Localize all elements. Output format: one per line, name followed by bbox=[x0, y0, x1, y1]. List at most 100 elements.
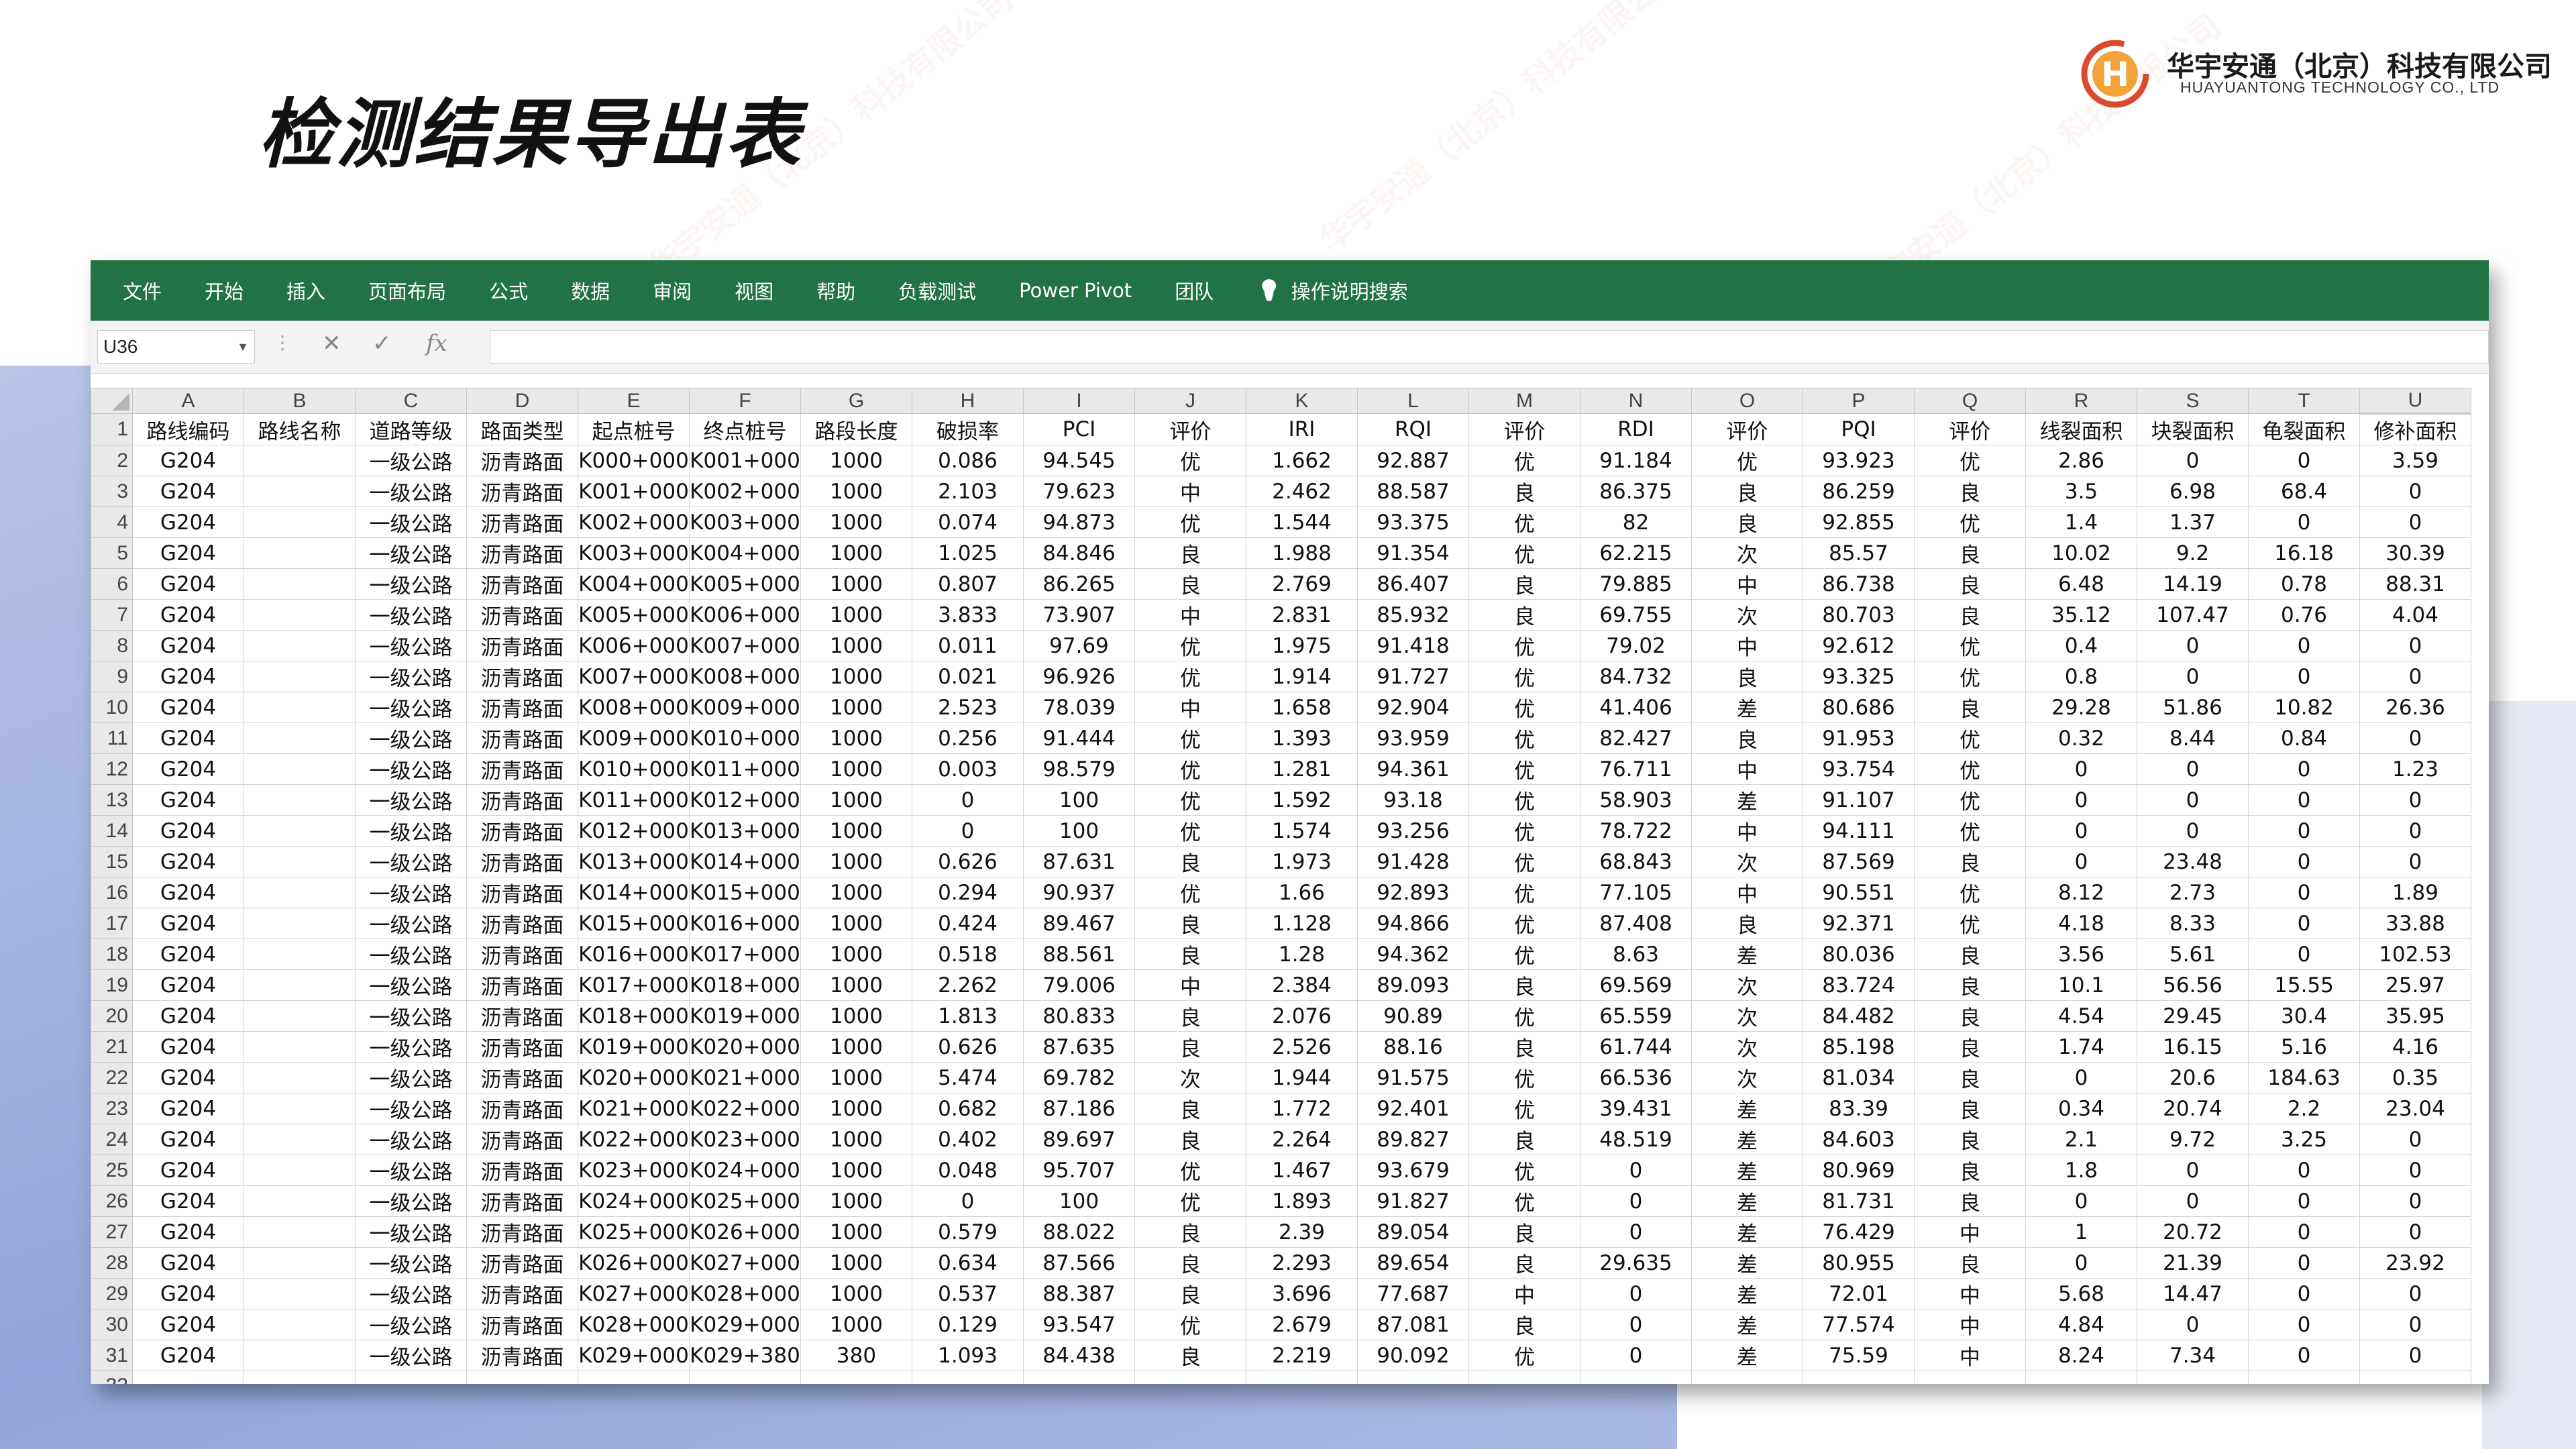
data-cell[interactable]: 优 bbox=[1468, 938, 1580, 970]
data-cell[interactable]: K028+000 bbox=[578, 1309, 690, 1340]
chevron-down-icon[interactable]: ▼ bbox=[237, 331, 249, 363]
data-cell[interactable]: K002+000 bbox=[689, 476, 801, 507]
data-cell[interactable]: 6.98 bbox=[2137, 476, 2249, 507]
data-cell[interactable] bbox=[1580, 1371, 1692, 1384]
data-cell[interactable]: 78.722 bbox=[1580, 815, 1692, 847]
data-cell[interactable]: 2.39 bbox=[1246, 1216, 1358, 1248]
data-cell[interactable]: 0 bbox=[1580, 1278, 1692, 1309]
data-cell[interactable]: 91.428 bbox=[1357, 846, 1469, 877]
header-cell[interactable]: RQI bbox=[1357, 413, 1469, 445]
data-cell[interactable]: 1000 bbox=[800, 722, 912, 754]
data-cell[interactable]: 优 bbox=[1468, 506, 1580, 538]
data-cell[interactable]: 88.387 bbox=[1023, 1278, 1135, 1309]
data-cell[interactable]: 1000 bbox=[800, 784, 912, 816]
data-cell[interactable] bbox=[244, 908, 356, 939]
data-cell[interactable] bbox=[132, 1371, 244, 1384]
row-header[interactable]: 19 bbox=[91, 969, 133, 1001]
row-header[interactable]: 27 bbox=[91, 1216, 133, 1248]
data-cell[interactable]: 沥青路面 bbox=[466, 784, 578, 816]
data-cell[interactable]: G204 bbox=[132, 476, 244, 507]
data-cell[interactable]: 一级公路 bbox=[355, 1000, 467, 1032]
data-cell[interactable]: 2.262 bbox=[912, 969, 1024, 1001]
data-cell[interactable] bbox=[244, 1000, 356, 1032]
data-cell[interactable]: 差 bbox=[1691, 1155, 1803, 1186]
data-cell[interactable]: 96.926 bbox=[1023, 661, 1135, 692]
data-cell[interactable] bbox=[1246, 1371, 1358, 1384]
data-cell[interactable]: 62.215 bbox=[1580, 537, 1692, 569]
data-cell[interactable]: 良 bbox=[1468, 1309, 1580, 1340]
data-cell[interactable]: 良 bbox=[1914, 1247, 2026, 1279]
data-cell[interactable]: 0.074 bbox=[912, 506, 1024, 538]
data-cell[interactable]: 0.402 bbox=[912, 1124, 1024, 1155]
data-cell[interactable]: 差 bbox=[1691, 1309, 1803, 1340]
data-cell[interactable]: 1000 bbox=[800, 1031, 912, 1063]
data-cell[interactable] bbox=[1914, 1371, 2026, 1384]
data-cell[interactable]: K005+000 bbox=[578, 599, 690, 631]
column-header[interactable]: H bbox=[912, 388, 1024, 414]
row-header[interactable]: 2 bbox=[91, 445, 133, 476]
data-cell[interactable]: 优 bbox=[1134, 784, 1246, 816]
column-header[interactable]: Q bbox=[1914, 388, 2026, 414]
data-cell[interactable]: 差 bbox=[1691, 784, 1803, 816]
data-cell[interactable]: 0 bbox=[2359, 1185, 2471, 1217]
data-cell[interactable]: K001+000 bbox=[578, 476, 690, 507]
data-cell[interactable]: 次 bbox=[1691, 1031, 1803, 1063]
data-cell[interactable]: 优 bbox=[1134, 661, 1246, 692]
row-header[interactable]: 4 bbox=[91, 506, 133, 538]
row-header[interactable]: 26 bbox=[91, 1185, 133, 1217]
data-cell[interactable]: 89.827 bbox=[1357, 1124, 1469, 1155]
data-cell[interactable]: 10.82 bbox=[2248, 692, 2360, 723]
data-cell[interactable]: K007+000 bbox=[689, 630, 801, 661]
data-cell[interactable]: K002+000 bbox=[578, 506, 690, 538]
header-cell[interactable]: 路线编码 bbox=[132, 413, 244, 445]
data-cell[interactable]: 0 bbox=[2359, 1340, 2471, 1371]
data-cell[interactable]: 0.518 bbox=[912, 938, 1024, 970]
data-cell[interactable]: 380 bbox=[800, 1340, 912, 1371]
data-cell[interactable]: 23.48 bbox=[2137, 846, 2249, 877]
data-cell[interactable]: 84.732 bbox=[1580, 661, 1692, 692]
column-header[interactable]: O bbox=[1691, 388, 1803, 414]
data-cell[interactable]: 0 bbox=[2359, 784, 2471, 816]
data-cell[interactable]: 良 bbox=[1134, 1000, 1246, 1032]
data-cell[interactable]: 优 bbox=[1468, 1062, 1580, 1093]
data-cell[interactable]: 89.467 bbox=[1023, 908, 1135, 939]
row-header[interactable]: 32 bbox=[91, 1371, 133, 1384]
data-cell[interactable]: 87.081 bbox=[1357, 1309, 1469, 1340]
data-cell[interactable]: 1.574 bbox=[1246, 815, 1358, 847]
data-cell[interactable] bbox=[355, 1371, 467, 1384]
data-cell[interactable]: 1000 bbox=[800, 1278, 912, 1309]
data-cell[interactable]: K009+000 bbox=[689, 692, 801, 723]
data-cell[interactable]: 61.744 bbox=[1580, 1031, 1692, 1063]
data-cell[interactable]: 20.74 bbox=[2137, 1093, 2249, 1124]
data-cell[interactable]: 100 bbox=[1023, 1185, 1135, 1217]
row-header[interactable]: 14 bbox=[91, 815, 133, 847]
data-cell[interactable]: 86.259 bbox=[1803, 476, 1915, 507]
data-cell[interactable] bbox=[244, 938, 356, 970]
data-cell[interactable]: G204 bbox=[132, 969, 244, 1001]
data-cell[interactable]: K018+000 bbox=[689, 969, 801, 1001]
data-cell[interactable]: 沥青路面 bbox=[466, 599, 578, 631]
data-cell[interactable]: 93.256 bbox=[1357, 815, 1469, 847]
data-cell[interactable]: K010+000 bbox=[689, 722, 801, 754]
data-cell[interactable]: 良 bbox=[1691, 722, 1803, 754]
data-cell[interactable]: 91.575 bbox=[1357, 1062, 1469, 1093]
data-cell[interactable]: 91.727 bbox=[1357, 661, 1469, 692]
row-header[interactable]: 30 bbox=[91, 1309, 133, 1340]
data-cell[interactable]: 97.69 bbox=[1023, 630, 1135, 661]
data-cell[interactable]: 8.44 bbox=[2137, 722, 2249, 754]
data-cell[interactable]: 0 bbox=[2248, 630, 2360, 661]
data-cell[interactable]: 差 bbox=[1691, 1185, 1803, 1217]
data-cell[interactable]: 次 bbox=[1691, 846, 1803, 877]
data-cell[interactable]: 84.846 bbox=[1023, 537, 1135, 569]
data-cell[interactable]: 1000 bbox=[800, 753, 912, 785]
data-cell[interactable]: 良 bbox=[1134, 1093, 1246, 1124]
data-cell[interactable]: K023+000 bbox=[578, 1155, 690, 1186]
ribbon-tab[interactable]: Power Pivot bbox=[1019, 279, 1132, 302]
data-cell[interactable]: 0.634 bbox=[912, 1247, 1024, 1279]
data-cell[interactable]: 2.076 bbox=[1246, 1000, 1358, 1032]
data-cell[interactable]: 良 bbox=[1134, 1278, 1246, 1309]
data-cell[interactable]: K009+000 bbox=[578, 722, 690, 754]
data-cell[interactable]: 8.24 bbox=[2025, 1340, 2137, 1371]
data-cell[interactable]: 一级公路 bbox=[355, 506, 467, 538]
data-cell[interactable]: K024+000 bbox=[578, 1185, 690, 1217]
